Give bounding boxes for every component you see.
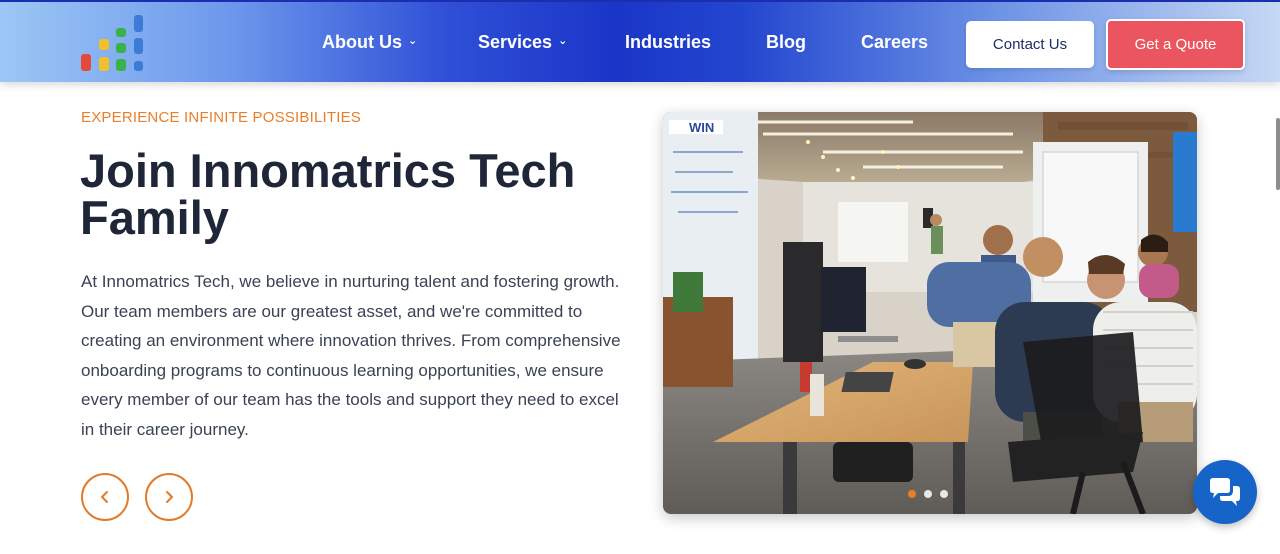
nav-blog[interactable]: Blog bbox=[766, 32, 806, 53]
page-title: Join Innomatrics Tech Family bbox=[80, 144, 576, 244]
nav-about-us[interactable]: About Us ⌄ bbox=[322, 32, 417, 53]
scrollbar-thumb[interactable] bbox=[1276, 118, 1280, 190]
nav-industries[interactable]: Industries bbox=[625, 32, 711, 53]
carousel-next-button[interactable] bbox=[145, 473, 193, 521]
nav-careers[interactable]: Careers bbox=[861, 32, 928, 53]
win-sign-text: WIN bbox=[689, 120, 714, 135]
carousel-dot[interactable] bbox=[908, 490, 916, 498]
hero-description: At Innomatrics Tech, we believe in nurtu… bbox=[81, 272, 621, 439]
nav-label: Blog bbox=[766, 32, 806, 52]
carousel-prev-button[interactable] bbox=[81, 473, 129, 521]
nav-label: Industries bbox=[625, 32, 712, 52]
carousel-dot[interactable] bbox=[924, 490, 932, 498]
chevron-left-icon bbox=[101, 491, 108, 503]
chevron-down-icon: ⌄ bbox=[408, 35, 418, 47]
get-a-quote-button[interactable]: Get a Quote bbox=[1106, 19, 1245, 70]
carousel-image: WIN bbox=[663, 112, 1197, 514]
carousel-indicators bbox=[908, 490, 948, 498]
chat-bubbles-icon bbox=[1210, 478, 1240, 506]
site-header: About Us ⌄ Services ⌄ Industries Blog Ca… bbox=[0, 0, 1280, 82]
chevron-down-icon: ⌄ bbox=[558, 35, 568, 47]
office-photo: WIN bbox=[663, 112, 1197, 514]
nav-label: Careers bbox=[861, 32, 929, 52]
contact-us-button[interactable]: Contact Us bbox=[966, 21, 1094, 68]
nav-label: Services bbox=[478, 32, 553, 52]
carousel-dot[interactable] bbox=[940, 490, 948, 498]
hero-eyebrow: EXPERIENCE INFINITE POSSIBILITIES bbox=[81, 109, 361, 126]
chevron-right-icon bbox=[166, 491, 173, 503]
nav-services[interactable]: Services ⌄ bbox=[478, 32, 567, 53]
chat-button[interactable] bbox=[1193, 460, 1257, 524]
nav-label: About Us bbox=[322, 32, 402, 52]
